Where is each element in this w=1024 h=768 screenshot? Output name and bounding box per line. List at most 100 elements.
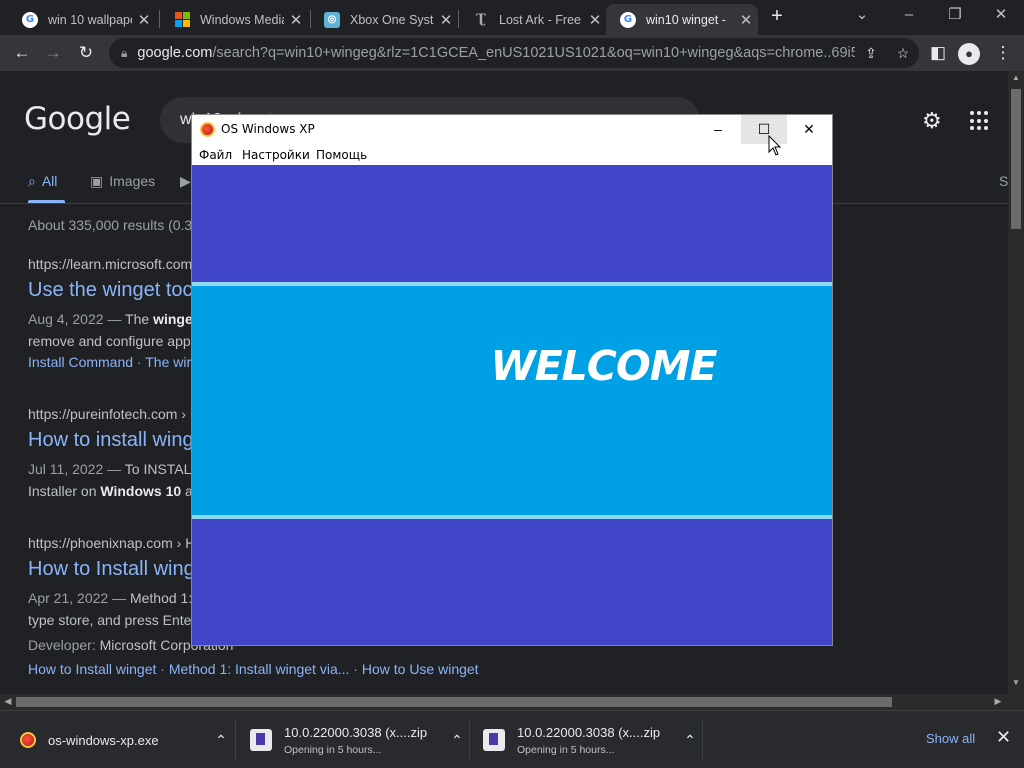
scrollbar-corner <box>1008 694 1024 710</box>
sitelink[interactable]: How to Install winget <box>28 661 156 677</box>
menu-settings[interactable]: Настройки <box>242 148 310 162</box>
bookmark-star-icon[interactable]: ☆ <box>887 45 919 62</box>
settings-gear-icon[interactable]: ⚙ <box>922 108 942 134</box>
scrollbar-thumb[interactable] <box>1011 89 1021 229</box>
result-date: Aug 4, 2022 — <box>28 311 122 327</box>
window-title: OS Windows XP <box>221 122 315 136</box>
scroll-down-icon[interactable]: ▼ <box>1008 678 1024 687</box>
close-button[interactable]: ✕ <box>786 115 832 144</box>
menu-help[interactable]: Помощь <box>316 148 367 162</box>
restore-button[interactable]: ❐ <box>932 0 978 32</box>
scrollbar-thumb[interactable] <box>16 697 892 707</box>
video-icon[interactable]: ▶ <box>180 173 191 190</box>
address-bar[interactable]: 🔒︎ google.com /search?q=win10+wingeg&rlz… <box>109 38 919 68</box>
tab-win10-winget[interactable]: G win10 winget - ✕ <box>606 4 758 35</box>
result-date: Apr 21, 2022 — <box>28 590 127 606</box>
vertical-scrollbar[interactable]: ▲ ▼ <box>1008 71 1024 694</box>
browser-tab-strip: G win 10 wallpape ✕ Windows Media ✕ ◎ Xb… <box>0 0 1024 35</box>
download-item[interactable]: 10.0.22000.3038 (x....zip Opening in 5 h… <box>250 711 470 768</box>
close-icon[interactable]: ✕ <box>583 11 607 29</box>
tab-search-chevron-icon[interactable]: ⌄ <box>839 0 885 32</box>
welcome-text: WELCOME <box>490 342 717 390</box>
tab-title: Lost Ark - Free t <box>499 12 583 27</box>
tab-title: win10 winget - <box>646 12 726 27</box>
close-icon[interactable]: ✕ <box>284 11 308 29</box>
profile-avatar-icon[interactable]: ● <box>958 43 980 65</box>
image-icon: ▣ <box>90 173 104 189</box>
menu-bar: Файл Настройки Помощь <box>192 144 832 165</box>
close-icon[interactable]: ✕ <box>996 727 1011 748</box>
show-all-button[interactable]: Show all <box>926 731 975 746</box>
close-icon[interactable]: ✕ <box>434 11 458 29</box>
download-item[interactable]: os-windows-xp.exe ⌃ <box>20 711 234 768</box>
google-logo[interactable]: Google <box>24 101 131 137</box>
snippet-text: The <box>125 311 154 327</box>
sitelink[interactable]: Method 1: Install winget via... <box>169 661 350 677</box>
chevron-up-icon[interactable]: ⌃ <box>208 732 234 749</box>
side-panel-icon[interactable]: ◧ <box>925 40 951 66</box>
horizontal-scrollbar[interactable]: ◀ ▶ <box>0 694 1008 710</box>
tab-lost-ark[interactable]: Ʈ Lost Ark - Free t ✕ <box>459 4 607 35</box>
sitelink[interactable]: The wir <box>145 354 191 370</box>
divider <box>469 719 470 761</box>
tab-xbox-one-system[interactable]: ◎ Xbox One Syste ✕ <box>310 4 458 35</box>
new-tab-button[interactable]: + <box>766 6 788 28</box>
snippet-text: remove and configure app <box>28 333 191 349</box>
menu-kebab-icon[interactable]: ⋮ <box>990 40 1016 66</box>
tab-all[interactable]: ⌕ All <box>28 173 57 190</box>
close-icon[interactable]: ✕ <box>734 11 758 29</box>
tab-images[interactable]: ▣ Images <box>90 173 155 190</box>
lock-icon: 🔒︎ <box>121 45 128 60</box>
chevron-up-icon[interactable]: ⌃ <box>677 732 703 749</box>
minimize-button[interactable]: – <box>886 0 932 32</box>
tab-images-label: Images <box>109 173 156 189</box>
google-apps-icon[interactable] <box>970 111 990 131</box>
menu-file[interactable]: Файл <box>199 148 232 162</box>
download-status: Opening in 5 hours... <box>284 743 382 756</box>
mouse-cursor-icon <box>768 135 782 156</box>
download-name: 10.0.22000.3038 (x....zip <box>284 724 428 740</box>
tab-title: Xbox One Syste <box>350 12 434 27</box>
developer-label: Developer: <box>28 637 96 653</box>
window-titlebar[interactable]: OS Windows XP – ☐ ✕ <box>192 115 832 144</box>
share-icon[interactable]: ⇪ <box>855 45 887 62</box>
snippet-bold: Windows 10 <box>100 483 182 499</box>
back-arrow-icon[interactable]: ← <box>9 40 35 66</box>
os-windows-xp-icon <box>20 732 36 748</box>
download-status: Opening in 5 hours... <box>517 743 615 756</box>
close-icon[interactable]: ✕ <box>132 11 156 29</box>
download-item[interactable]: 10.0.22000.3038 (x....zip Opening in 5 h… <box>483 711 703 768</box>
zip-archive-icon <box>250 729 272 751</box>
snippet-text: Installer on <box>28 483 101 499</box>
app-client-area: WELCOME <box>192 165 832 645</box>
chevron-up-icon[interactable]: ⌃ <box>444 732 470 749</box>
tab-more-partial[interactable]: S <box>999 173 1008 189</box>
snippet-text: Method 1: <box>129 590 193 606</box>
tab-windows-media[interactable]: Windows Media ✕ <box>160 4 308 35</box>
download-name: os-windows-xp.exe <box>48 732 159 748</box>
reload-icon[interactable]: ↻ <box>73 40 99 66</box>
close-window-button[interactable]: ✕ <box>978 0 1024 32</box>
snippet-bold: winge <box>153 311 193 327</box>
download-text: os-windows-xp.exe <box>48 733 208 748</box>
welcome-band: WELCOME <box>192 282 832 519</box>
scroll-up-icon[interactable]: ▲ <box>1008 73 1024 82</box>
app-icon <box>200 122 215 137</box>
address-host: google.com <box>137 45 213 61</box>
download-shelf: os-windows-xp.exe ⌃ 10.0.22000.3038 (x..… <box>0 710 1024 768</box>
scroll-left-icon[interactable]: ◀ <box>0 696 16 707</box>
tab-win10-wallpaper[interactable]: G win 10 wallpape ✕ <box>8 4 156 35</box>
browser-toolbar: ← → ↻ 🔒︎ google.com /search?q=win10+wing… <box>0 35 1024 71</box>
download-text: 10.0.22000.3038 (x....zip Opening in 5 h… <box>517 725 677 756</box>
sitelink[interactable]: Install Command <box>28 354 133 370</box>
scroll-right-icon[interactable]: ▶ <box>990 696 1006 707</box>
google-icon: G <box>22 11 38 28</box>
minimize-button[interactable]: – <box>695 115 741 144</box>
sitelink[interactable]: How to Use winget <box>362 661 479 677</box>
xbox-icon: ◎ <box>324 11 340 28</box>
forward-arrow-icon[interactable]: → <box>40 40 66 66</box>
microsoft-icon <box>174 11 190 28</box>
os-windows-xp-window: OS Windows XP – ☐ ✕ Файл Настройки Помощ… <box>192 115 832 645</box>
download-text: 10.0.22000.3038 (x....zip Opening in 5 h… <box>284 725 444 756</box>
result-date: Jul 11, 2022 — <box>28 461 122 477</box>
